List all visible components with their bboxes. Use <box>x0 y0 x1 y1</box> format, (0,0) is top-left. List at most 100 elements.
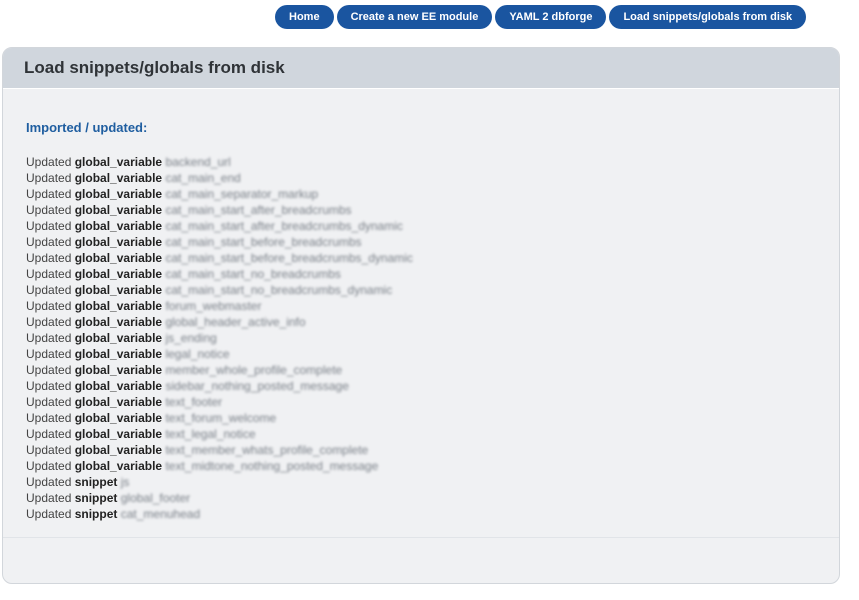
update-verb: Updated <box>26 187 72 201</box>
update-row: Updated global_variable global_header_ac… <box>26 314 839 330</box>
update-name: legal_notice <box>165 347 230 361</box>
content-panel: Load snippets/globals from disk Imported… <box>2 47 840 584</box>
update-name: cat_main_start_after_breadcrumbs <box>165 203 352 217</box>
yaml-dbforge-button[interactable]: YAML 2 dbforge <box>495 5 607 29</box>
load-snippets-button[interactable]: Load snippets/globals from disk <box>609 5 807 29</box>
update-row: Updated global_variable cat_main_start_b… <box>26 250 839 266</box>
update-kind: global_variable <box>74 459 163 473</box>
update-row: Updated global_variable cat_main_start_a… <box>26 202 839 218</box>
update-row: Updated global_variable text_footer <box>26 394 839 410</box>
update-verb: Updated <box>26 203 72 217</box>
update-name: js <box>120 475 130 489</box>
update-row: Updated global_variable legal_notice <box>26 346 839 362</box>
update-name: text_midtone_nothing_posted_message <box>165 459 379 473</box>
create-ee-module-button[interactable]: Create a new EE module <box>336 5 493 29</box>
update-verb: Updated <box>26 459 72 473</box>
update-row: Updated global_variable cat_main_start_n… <box>26 282 839 298</box>
update-verb: Updated <box>26 395 72 409</box>
update-verb: Updated <box>26 475 72 489</box>
update-row: Updated global_variable cat_main_start_b… <box>26 234 839 250</box>
update-kind: global_variable <box>74 411 163 425</box>
update-name: text_footer <box>165 395 223 409</box>
update-kind: global_variable <box>74 363 163 377</box>
update-row: Updated global_variable member_whole_pro… <box>26 362 839 378</box>
update-verb: Updated <box>26 507 72 521</box>
update-verb: Updated <box>26 427 72 441</box>
update-verb: Updated <box>26 363 72 377</box>
update-name: sidebar_nothing_posted_message <box>165 379 349 393</box>
update-name: backend_url <box>165 155 231 169</box>
update-name: cat_main_start_before_breadcrumbs <box>165 235 362 249</box>
update-name: cat_main_separator_markup <box>165 187 319 201</box>
update-verb: Updated <box>26 315 72 329</box>
top-navigation: Home Create a new EE module YAML 2 dbfor… <box>275 5 807 29</box>
update-name: cat_main_start_after_breadcrumbs_dynamic <box>165 219 403 233</box>
update-row: Updated global_variable cat_main_end <box>26 170 839 186</box>
update-row: Updated global_variable text_legal_notic… <box>26 426 839 442</box>
update-row: Updated global_variable text_forum_welco… <box>26 410 839 426</box>
update-row: Updated global_variable js_ending <box>26 330 839 346</box>
update-verb: Updated <box>26 155 72 169</box>
update-kind: snippet <box>74 491 118 505</box>
update-kind: global_variable <box>74 395 163 409</box>
update-kind: global_variable <box>74 235 163 249</box>
update-name: text_forum_welcome <box>165 411 277 425</box>
update-verb: Updated <box>26 443 72 457</box>
update-name: cat_main_start_before_breadcrumbs_dynami… <box>165 251 413 265</box>
update-verb: Updated <box>26 347 72 361</box>
update-verb: Updated <box>26 379 72 393</box>
update-name: cat_menuhead <box>120 507 201 521</box>
update-kind: global_variable <box>74 155 163 169</box>
update-verb: Updated <box>26 251 72 265</box>
update-verb: Updated <box>26 283 72 297</box>
update-name: cat_main_start_no_breadcrumbs <box>165 267 341 281</box>
update-kind: global_variable <box>74 251 163 265</box>
update-row: Updated global_variable sidebar_nothing_… <box>26 378 839 394</box>
update-kind: global_variable <box>74 187 163 201</box>
update-verb: Updated <box>26 299 72 313</box>
update-name: cat_main_end <box>165 171 241 185</box>
update-row: Updated global_variable text_midtone_not… <box>26 458 839 474</box>
update-kind: global_variable <box>74 267 163 281</box>
panel-title: Load snippets/globals from disk <box>3 48 839 89</box>
update-row: Updated snippet cat_menuhead <box>26 506 839 522</box>
update-name: global_footer <box>120 491 191 505</box>
section-title: Imported / updated: <box>26 120 148 135</box>
update-kind: global_variable <box>74 219 163 233</box>
update-verb: Updated <box>26 411 72 425</box>
update-verb: Updated <box>26 331 72 345</box>
update-kind: snippet <box>74 507 118 521</box>
update-kind: global_variable <box>74 379 163 393</box>
update-row: Updated global_variable cat_main_start_n… <box>26 266 839 282</box>
home-button[interactable]: Home <box>275 5 334 29</box>
update-row: Updated snippet js <box>26 474 839 490</box>
update-name: text_member_whats_profile_complete <box>165 443 369 457</box>
update-verb: Updated <box>26 171 72 185</box>
update-row: Updated global_variable forum_webmaster <box>26 298 839 314</box>
update-row: Updated global_variable cat_main_start_a… <box>26 218 839 234</box>
update-row: Updated global_variable backend_url <box>26 154 839 170</box>
update-name: js_ending <box>165 331 217 345</box>
update-name: cat_main_start_no_breadcrumbs_dynamic <box>165 283 393 297</box>
update-list: Updated global_variable backend_url Updat… <box>26 154 839 522</box>
update-kind: snippet <box>74 475 118 489</box>
update-row: Updated snippet global_footer <box>26 490 839 506</box>
update-kind: global_variable <box>74 171 163 185</box>
update-kind: global_variable <box>74 203 163 217</box>
update-kind: global_variable <box>74 331 163 345</box>
update-name: forum_webmaster <box>165 299 262 313</box>
update-kind: global_variable <box>74 315 163 329</box>
update-kind: global_variable <box>74 347 163 361</box>
update-kind: global_variable <box>74 283 163 297</box>
update-row: Updated global_variable text_member_what… <box>26 442 839 458</box>
update-name: text_legal_notice <box>165 427 256 441</box>
update-verb: Updated <box>26 491 72 505</box>
panel-body: Imported / updated: Updated global_varia… <box>3 89 839 538</box>
update-row: Updated global_variable cat_main_separat… <box>26 186 839 202</box>
update-kind: global_variable <box>74 443 163 457</box>
update-kind: global_variable <box>74 427 163 441</box>
update-verb: Updated <box>26 267 72 281</box>
update-verb: Updated <box>26 235 72 249</box>
update-name: member_whole_profile_complete <box>165 363 343 377</box>
update-kind: global_variable <box>74 299 163 313</box>
